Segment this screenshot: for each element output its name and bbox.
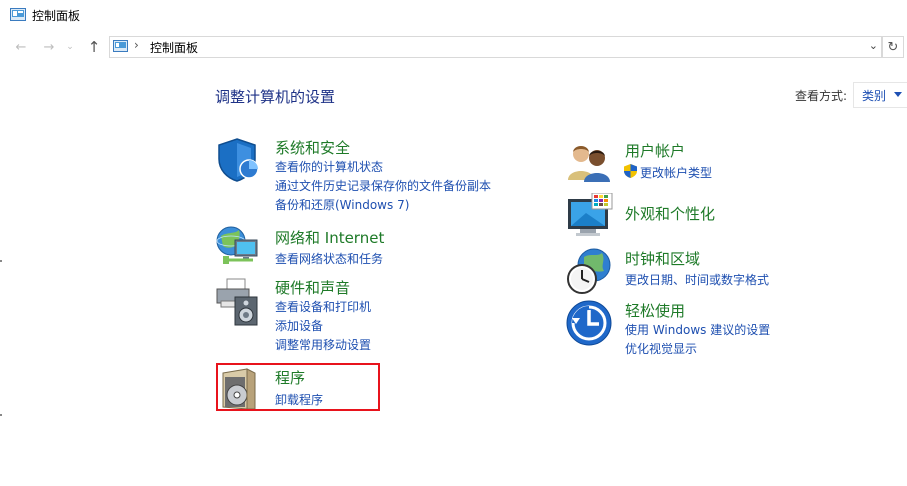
view-by-value[interactable]: 类别 [862,87,886,104]
category-title-user-accounts[interactable]: 用户帐户 [625,140,685,161]
navigation-bar: ← → ⌄ ↑ › 控制面板 ⌄ ↻ [0,32,907,62]
window-title: 控制面板 [32,9,81,23]
category-user-accounts: 用户帐户 更改帐户类型 [566,140,886,186]
ease-of-access-icon[interactable] [566,300,612,346]
dropdown-arrow-icon[interactable] [894,92,902,97]
category-clock-region: 时钟和区域 更改日期、时间或数字格式 [566,247,886,295]
link-mobility-settings[interactable]: 调整常用移动设置 [275,336,371,353]
category-title-hardware-sound[interactable]: 硬件和声音 [275,277,350,298]
link-date-time-format[interactable]: 更改日期、时间或数字格式 [625,271,769,288]
refresh-icon[interactable]: ↻ [882,36,904,58]
breadcrumb-control-panel[interactable]: 控制面板 [150,39,198,56]
link-network-status[interactable]: 查看网络状态和任务 [275,250,383,267]
link-backup-restore[interactable]: 备份和还原(Windows 7) [275,196,409,213]
uac-shield-icon [624,164,637,178]
category-title-network[interactable]: 网络和 Internet [275,227,384,248]
printer-speaker-icon[interactable] [215,277,261,327]
link-optimize-visual-display[interactable]: 优化视觉显示 [625,340,697,357]
view-by-dropdown[interactable]: 类别 [853,82,907,108]
category-hardware-sound: 硬件和声音 查看设备和打印机 添加设备 调整常用移动设置 [215,277,515,357]
programs-highlight-box [216,363,380,411]
link-add-device[interactable]: 添加设备 [275,317,323,334]
network-globe-icon[interactable] [215,224,261,270]
link-change-account-type[interactable]: 更改帐户类型 [640,164,712,181]
arrow-right-icon[interactable]: → [40,38,58,56]
link-file-history-backup[interactable]: 通过文件历史记录保存你的文件备份副本 [275,177,491,194]
chevron-down-icon[interactable]: ⌄ [869,39,878,52]
users-icon[interactable] [566,140,612,184]
category-title-system-security[interactable]: 系统和安全 [275,137,350,158]
category-system-security: 系统和安全 查看你的计算机状态 通过文件历史记录保存你的文件备份副本 备份和还原… [215,137,515,217]
breadcrumb-separator[interactable]: › [134,38,139,52]
control-panel-icon [113,40,128,52]
arrow-up-icon[interactable]: ↑ [85,38,103,56]
address-bar[interactable]: › 控制面板 ⌄ [109,36,882,58]
category-ease-of-access: 轻松使用 使用 Windows 建议的设置 优化视觉显示 [566,300,886,360]
category-title-appearance[interactable]: 外观和个性化 [625,203,715,224]
recent-locations-chevron-icon[interactable]: ⌄ [64,38,76,56]
control-panel-icon [10,8,26,21]
page-title: 调整计算机的设置 [215,88,336,106]
clock-globe-icon[interactable] [566,247,614,295]
link-view-computer-status[interactable]: 查看你的计算机状态 [275,158,383,175]
arrow-left-icon[interactable]: ← [12,38,30,56]
link-windows-recommended-settings[interactable]: 使用 Windows 建议的设置 [625,321,770,338]
category-title-ease-of-access[interactable]: 轻松使用 [625,300,685,321]
link-devices-printers[interactable]: 查看设备和打印机 [275,298,371,315]
category-network: 网络和 Internet 查看网络状态和任务 [215,226,515,272]
shield-icon[interactable] [215,137,261,183]
title-bar: 控制面板 [0,0,907,30]
monitor-color-icon[interactable] [566,193,614,239]
category-appearance: 外观和个性化 [566,193,886,239]
category-title-clock-region[interactable]: 时钟和区域 [625,248,700,269]
view-by-label: 查看方式: [795,89,848,103]
left-edge [0,60,3,486]
